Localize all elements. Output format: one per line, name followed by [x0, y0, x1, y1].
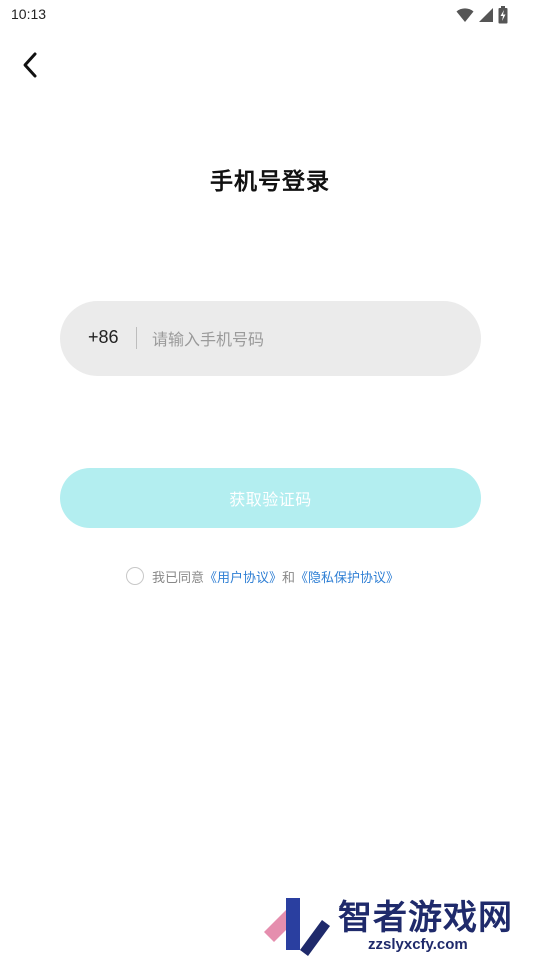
agreement-conjunction: 和	[282, 570, 296, 586]
status-icons	[456, 6, 508, 24]
phone-field: +86	[60, 301, 481, 376]
back-button[interactable]	[14, 48, 46, 82]
agreement-row: 我已同意 《用户协议》 和 《隐私保护协议》	[126, 565, 399, 587]
get-code-button[interactable]: 获取验证码	[60, 468, 481, 528]
country-code[interactable]: +86	[88, 327, 119, 348]
signal-icon	[479, 8, 493, 22]
agreement-prefix: 我已同意	[152, 570, 205, 586]
agree-checkbox[interactable]	[126, 567, 144, 585]
watermark-name: 智者游戏网	[338, 898, 513, 938]
watermark-url: zzslyxcfy.com	[368, 936, 468, 953]
page-title: 手机号登录	[210, 169, 330, 195]
wifi-icon	[456, 8, 474, 22]
battery-icon	[498, 6, 508, 24]
watermark: 智者游戏网 zzslyxcfy.com	[256, 888, 540, 960]
status-time: 10:13	[11, 6, 47, 22]
chevron-left-icon	[23, 52, 37, 78]
privacy-policy-link[interactable]: 《隐私保护协议》	[295, 567, 399, 586]
field-divider	[136, 327, 137, 349]
phone-input[interactable]	[150, 323, 454, 355]
user-agreement-link[interactable]: 《用户协议》	[204, 567, 282, 586]
watermark-logo	[264, 898, 330, 956]
status-bar: 10:13	[0, 0, 540, 30]
